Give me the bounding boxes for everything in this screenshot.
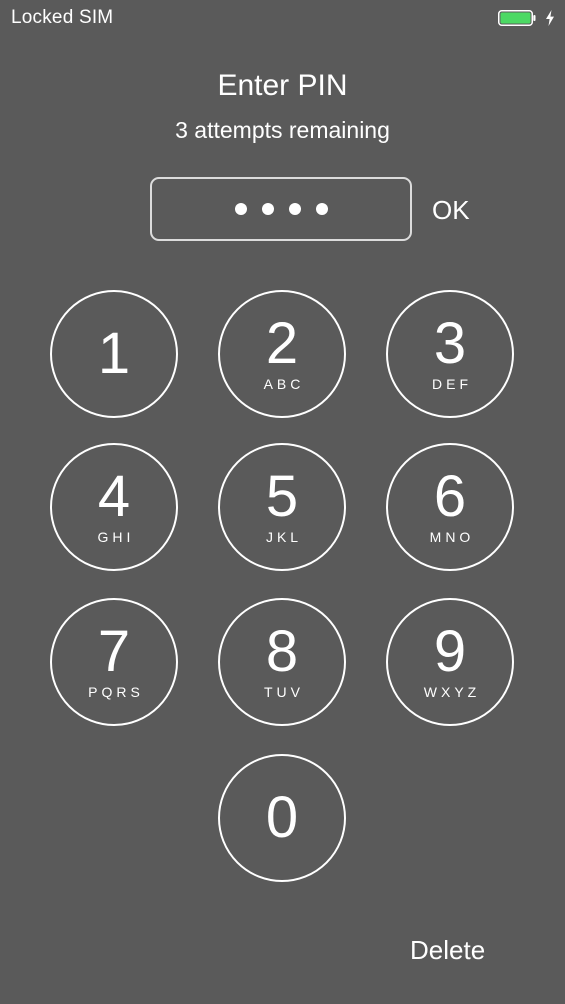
- key-letters: JKL: [265, 529, 303, 545]
- page-title: Enter PIN: [217, 69, 348, 102]
- key-9[interactable]: 9 WXYZ: [386, 598, 514, 726]
- key-digit: 1: [97, 321, 131, 386]
- delete-button[interactable]: Delete: [410, 934, 485, 966]
- key-digit: 4: [97, 464, 131, 529]
- key-0[interactable]: 0: [218, 754, 346, 882]
- pin-dot: [315, 203, 328, 215]
- key-digit: 9: [433, 619, 467, 684]
- status-bar: Locked SIM: [0, 0, 565, 38]
- key-letters: GHI: [97, 529, 135, 545]
- key-digit: 0: [265, 785, 299, 850]
- key-digit: 2: [265, 311, 299, 376]
- key-digit: 8: [265, 619, 299, 684]
- key-5[interactable]: 5 JKL: [218, 443, 346, 571]
- key-letters: PQRS: [88, 684, 144, 700]
- key-digit: 5: [265, 464, 299, 529]
- key-7[interactable]: 7 PQRS: [50, 598, 178, 726]
- key-4[interactable]: 4 GHI: [50, 443, 178, 571]
- key-digit: 6: [433, 464, 467, 529]
- battery-icon: [498, 10, 536, 26]
- lightning-bolt-icon: [546, 10, 554, 26]
- key-2[interactable]: 2 ABC: [218, 290, 346, 418]
- attempts-remaining-text: 3 attempts remaining: [175, 117, 390, 143]
- key-letters: WXYZ: [423, 684, 481, 700]
- pin-dot: [234, 203, 247, 215]
- key-letters: DEF: [432, 376, 472, 392]
- key-letters: MNO: [429, 529, 475, 545]
- pin-dot: [288, 203, 301, 215]
- pin-dot: [261, 203, 274, 215]
- carrier-label: Locked SIM: [11, 7, 114, 28]
- key-3[interactable]: 3 DEF: [386, 290, 514, 418]
- key-letters: TUV: [264, 684, 304, 700]
- key-digit: 7: [97, 619, 131, 684]
- key-8[interactable]: 8 TUV: [218, 598, 346, 726]
- key-letters: ABC: [263, 376, 305, 392]
- pin-input-field[interactable]: [150, 177, 412, 241]
- ok-button[interactable]: OK: [432, 194, 470, 226]
- key-6[interactable]: 6 MNO: [386, 443, 514, 571]
- key-digit: 3: [433, 311, 467, 376]
- key-1[interactable]: 1: [50, 290, 178, 418]
